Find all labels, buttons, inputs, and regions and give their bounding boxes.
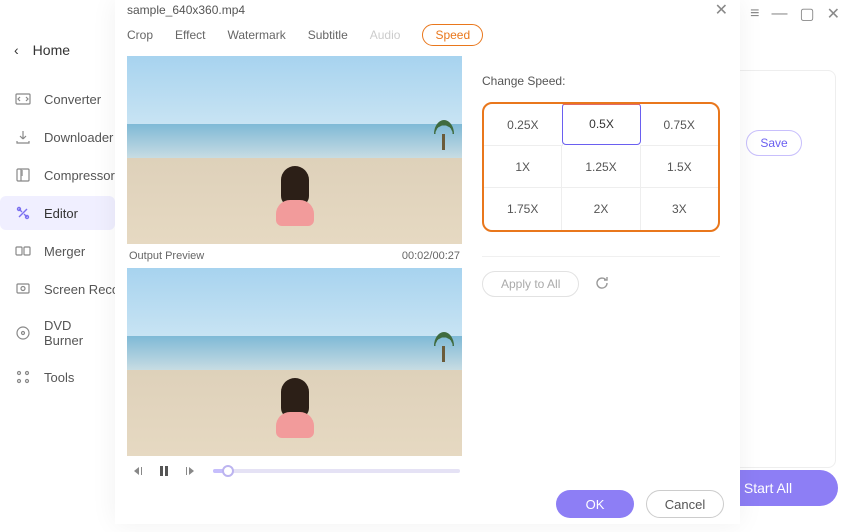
modal-footer: OK Cancel — [115, 480, 740, 532]
output-preview — [127, 268, 462, 456]
original-preview — [127, 56, 462, 244]
step-forward-icon[interactable] — [181, 462, 199, 480]
dvd-icon — [14, 324, 32, 342]
speed-1x[interactable]: 1X — [484, 146, 562, 188]
pause-icon[interactable] — [155, 462, 173, 480]
sidebar-item-downloader[interactable]: Downloader — [0, 120, 115, 154]
preview-info: Output Preview 00:02/00:27 — [127, 244, 462, 268]
speed-0-5x[interactable]: 0.5X — [562, 103, 642, 145]
sidebar-item-label: Compressor — [44, 168, 115, 183]
editor-tabs: Crop Effect Watermark Subtitle Audio Spe… — [115, 20, 740, 56]
editor-modal: sample_640x360.mp4 ✕ Crop Effect Waterma… — [115, 0, 740, 524]
sidebar-item-label: Merger — [44, 244, 85, 259]
cancel-button[interactable]: Cancel — [646, 490, 724, 518]
sidebar-item-dvd-burner[interactable]: DVD Burner — [0, 310, 115, 356]
speed-panel: Change Speed: 0.25X 0.5X 0.75X 1X 1.25X … — [474, 56, 728, 480]
speed-1-5x[interactable]: 1.5X — [641, 146, 718, 188]
converter-icon — [14, 90, 32, 108]
step-back-icon[interactable] — [129, 462, 147, 480]
speed-1-75x[interactable]: 1.75X — [484, 188, 562, 230]
editor-body: Output Preview 00:02/00:27 Change Speed: — [115, 56, 740, 480]
sidebar-item-label: DVD Burner — [44, 318, 101, 348]
tab-watermark[interactable]: Watermark — [227, 28, 285, 42]
sidebar-item-compressor[interactable]: Compressor — [0, 158, 115, 192]
timecode: 00:02/00:27 — [402, 250, 460, 262]
downloader-icon — [14, 128, 32, 146]
sidebar-item-label: Editor — [44, 206, 78, 221]
minimize-icon[interactable]: — — [771, 5, 787, 23]
tab-effect[interactable]: Effect — [175, 28, 205, 42]
save-button[interactable]: Save — [746, 130, 802, 156]
merger-icon — [14, 242, 32, 260]
apply-to-all-button[interactable]: Apply to All — [482, 271, 579, 297]
sidebar-item-label: Tools — [44, 370, 74, 385]
modal-header: sample_640x360.mp4 ✕ — [115, 0, 740, 20]
output-preview-label: Output Preview — [129, 250, 204, 262]
speed-0-25x[interactable]: 0.25X — [484, 104, 563, 146]
back-icon: ‹ — [14, 42, 19, 58]
preview-column: Output Preview 00:02/00:27 — [127, 56, 462, 480]
seek-thumb[interactable] — [222, 465, 234, 477]
reset-icon[interactable] — [593, 274, 613, 294]
tab-audio: Audio — [370, 28, 401, 42]
sidebar-item-editor[interactable]: Editor — [0, 196, 115, 230]
sidebar-item-label: Converter — [44, 92, 101, 107]
speed-3x[interactable]: 3X — [641, 188, 718, 230]
modal-close-icon[interactable]: ✕ — [715, 0, 728, 20]
speed-grid: 0.25X 0.5X 0.75X 1X 1.25X 1.5X 1.75X 2X … — [482, 102, 720, 232]
speed-title: Change Speed: — [482, 74, 720, 88]
recorder-icon — [14, 280, 32, 298]
tab-subtitle[interactable]: Subtitle — [308, 28, 348, 42]
app-titlebar: ≡ — ▢ ✕ — [740, 0, 850, 28]
sidebar-item-screen-recorder[interactable]: Screen Recorder — [0, 272, 115, 306]
close-icon[interactable]: ✕ — [827, 4, 840, 24]
playback-controls — [127, 456, 462, 480]
compressor-icon — [14, 166, 32, 184]
sidebar-item-merger[interactable]: Merger — [0, 234, 115, 268]
sidebar-item-tools[interactable]: Tools — [0, 360, 115, 394]
speed-1-25x[interactable]: 1.25X — [562, 146, 640, 188]
hamburger-icon[interactable]: ≡ — [750, 5, 759, 23]
home-label: Home — [33, 42, 70, 58]
apply-row: Apply to All — [482, 256, 720, 297]
speed-2x[interactable]: 2X — [562, 188, 640, 230]
ok-button[interactable]: OK — [556, 490, 634, 518]
maximize-icon[interactable]: ▢ — [799, 4, 814, 24]
tab-crop[interactable]: Crop — [127, 28, 153, 42]
sidebar-item-label: Downloader — [44, 130, 113, 145]
seek-slider[interactable] — [213, 469, 460, 473]
nav-home[interactable]: ‹ Home — [0, 36, 115, 64]
file-name: sample_640x360.mp4 — [127, 3, 245, 17]
tools-icon — [14, 368, 32, 386]
editor-icon — [14, 204, 32, 222]
sidebar-item-converter[interactable]: Converter — [0, 82, 115, 116]
tab-speed[interactable]: Speed — [422, 24, 483, 46]
sidebar: ‹ Home Converter Downloader Compressor E… — [0, 0, 115, 524]
speed-0-75x[interactable]: 0.75X — [640, 104, 718, 146]
